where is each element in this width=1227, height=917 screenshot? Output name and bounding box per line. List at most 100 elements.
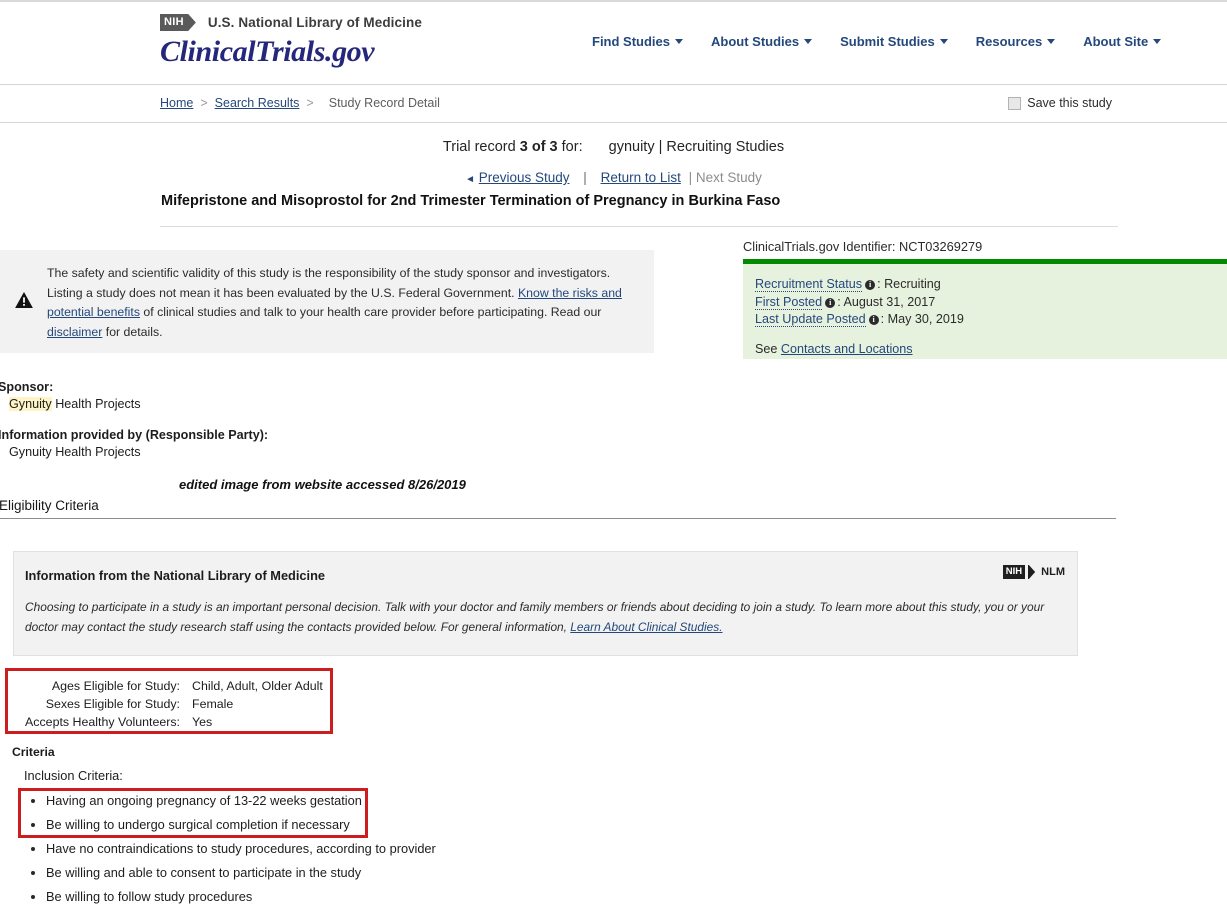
sponsor-block: Sponsor: Gynuity Health Projects Informa… bbox=[0, 380, 268, 459]
breadcrumb-home[interactable]: Home bbox=[160, 96, 193, 110]
previous-study-link[interactable]: Previous Study bbox=[479, 170, 570, 185]
page-title: Mifepristone and Misoprostol for 2nd Tri… bbox=[161, 193, 781, 209]
eligibility-table: Ages Eligible for Study: Child, Adult, O… bbox=[5, 668, 333, 734]
nih-logo-text: NIH bbox=[160, 14, 188, 31]
save-study-checkbox[interactable] bbox=[1008, 96, 1022, 110]
site-masthead: NIH U.S. National Library of Medicine Cl… bbox=[0, 2, 1227, 85]
nct-identifier-line: ClinicalTrials.gov Identifier: NCT032692… bbox=[743, 239, 982, 254]
nih-agency-line: NIH U.S. National Library of Medicine bbox=[160, 14, 422, 31]
last-update-posted-value: : May 30, 2019 bbox=[880, 312, 964, 326]
table-row: Ages Eligible for Study: Child, Adult, O… bbox=[8, 677, 323, 695]
breadcrumb-bar: Home > Search Results > Study Record Det… bbox=[0, 85, 1227, 123]
list-item: Be willing to undergo surgical completio… bbox=[24, 813, 544, 837]
first-posted-label[interactable]: First Posted bbox=[755, 294, 823, 310]
record-nav-separator: | bbox=[583, 170, 587, 185]
list-item: Having an ongoing pregnancy of 13-22 wee… bbox=[24, 789, 544, 813]
disclaimer-part-3: for details. bbox=[102, 324, 163, 339]
breadcrumb: Home > Search Results > Study Record Det… bbox=[160, 96, 440, 110]
nct-identifier-value: NCT03269279 bbox=[899, 239, 983, 254]
nav-submit-studies[interactable]: Submit Studies bbox=[840, 34, 948, 49]
image-annotation: edited image from website accessed 8/26/… bbox=[179, 477, 466, 492]
title-divider bbox=[160, 226, 1118, 227]
nih-badge-text: NIH bbox=[1002, 565, 1026, 579]
disclaimer-text: The safety and scientific validity of th… bbox=[47, 264, 625, 342]
trial-record-line: Trial record 3 of 3 for: gynuity | Recru… bbox=[0, 139, 1227, 155]
healthy-volunteers-label: Accepts Healthy Volunteers: bbox=[25, 715, 180, 729]
eligibility-table-grid: Ages Eligible for Study: Child, Adult, O… bbox=[8, 677, 323, 731]
sponsor-value: Gynuity Health Projects bbox=[9, 397, 268, 411]
criteria-heading: Criteria bbox=[12, 745, 55, 759]
eligibility-divider bbox=[0, 518, 1116, 519]
clinicaltrials-wordmark[interactable]: ClinicalTrials.gov bbox=[160, 36, 422, 68]
nav-resources[interactable]: Resources bbox=[975, 34, 1056, 49]
nav-about-site[interactable]: About Site bbox=[1083, 34, 1162, 49]
sponsor-highlight: Gynuity bbox=[9, 397, 52, 411]
ages-eligible-label: Ages Eligible for Study: bbox=[51, 679, 180, 693]
disclaimer-part-2: of clinical studies and talk to your hea… bbox=[139, 305, 602, 319]
record-prefix: Trial record bbox=[442, 139, 516, 155]
sponsor-label: Sponsor: bbox=[0, 380, 54, 394]
nav-find-studies-label: Find Studies bbox=[592, 34, 670, 49]
brand-block[interactable]: NIH U.S. National Library of Medicine Cl… bbox=[160, 14, 422, 68]
eligibility-criteria-heading: Eligibility Criteria bbox=[0, 498, 99, 513]
inclusion-criteria-heading: Inclusion Criteria: bbox=[24, 768, 123, 783]
chevron-down-icon bbox=[1047, 39, 1056, 44]
nlm-panel-title: Information from the National Library of… bbox=[25, 568, 326, 583]
previous-arrow-icon: ◄ bbox=[465, 174, 475, 185]
agency-name: U.S. National Library of Medicine bbox=[207, 15, 422, 30]
nav-about-studies-label: About Studies bbox=[711, 34, 800, 49]
learn-about-clinical-studies-link[interactable]: Learn About Clinical Studies. bbox=[570, 620, 722, 634]
recruitment-status-label[interactable]: Recruitment Status bbox=[755, 277, 863, 292]
nav-about-studies[interactable]: About Studies bbox=[711, 34, 813, 49]
record-for-label: for: bbox=[561, 139, 583, 155]
nih-badge-chevron-icon bbox=[1028, 565, 1038, 579]
nlm-badge-text: NLM bbox=[1041, 566, 1065, 578]
nlm-panel-body: Choosing to participate in a study is an… bbox=[25, 597, 1060, 637]
responsible-party-label: Information provided by (Responsible Par… bbox=[0, 428, 269, 442]
next-study-link: | Next Study bbox=[688, 170, 762, 185]
sponsor-rest: Health Projects bbox=[51, 397, 141, 411]
breadcrumb-separator-2: > bbox=[306, 96, 314, 110]
status-rows: Recruitment Status i: Recruiting First Po… bbox=[743, 264, 1227, 358]
main-navigation: Find Studies About Studies Submit Studie… bbox=[592, 34, 1162, 49]
nav-submit-studies-label: Submit Studies bbox=[840, 34, 935, 49]
record-navigation: ◄ Previous Study | Return to List | Next… bbox=[0, 170, 1227, 185]
disclaimer-link[interactable]: disclaimer bbox=[47, 325, 102, 339]
record-position: 3 of 3 bbox=[519, 139, 558, 155]
contacts-and-locations-link[interactable]: Contacts and Locations bbox=[781, 342, 913, 356]
sexes-eligible-value: Female bbox=[192, 697, 234, 711]
list-item: Have no contraindications to study proce… bbox=[24, 837, 544, 861]
status-row-recruitment: Recruitment Status i: Recruiting bbox=[755, 276, 1227, 294]
chevron-down-icon bbox=[675, 39, 683, 44]
nav-resources-label: Resources bbox=[975, 34, 1043, 49]
sexes-eligible-label: Sexes Eligible for Study: bbox=[45, 697, 180, 711]
breadcrumb-current: Study Record Detail bbox=[328, 96, 440, 110]
table-row: Sexes Eligible for Study: Female bbox=[8, 695, 323, 713]
info-icon[interactable]: i bbox=[865, 280, 876, 290]
first-posted-value: : August 31, 2017 bbox=[837, 294, 936, 309]
info-icon[interactable]: i bbox=[868, 315, 879, 325]
recruitment-status-value: : Recruiting bbox=[877, 277, 941, 291]
see-prefix: See bbox=[755, 341, 778, 356]
chevron-down-icon bbox=[1153, 39, 1162, 44]
healthy-volunteers-value: Yes bbox=[192, 715, 213, 729]
breadcrumb-search-results[interactable]: Search Results bbox=[215, 96, 300, 110]
list-item: Be willing to follow study procedures bbox=[24, 885, 544, 909]
chevron-down-icon bbox=[804, 39, 813, 44]
chevron-down-icon bbox=[939, 39, 948, 44]
nih-chevron-icon bbox=[188, 14, 201, 31]
return-to-list-link[interactable]: Return to List bbox=[601, 170, 681, 185]
safety-disclaimer-panel: The safety and scientific validity of th… bbox=[0, 250, 654, 353]
last-update-posted-label[interactable]: Last Update Posted bbox=[755, 312, 866, 327]
nih-nlm-badge-icon: NIH NLM bbox=[1002, 565, 1065, 579]
list-item: Be willing and able to consent to partic… bbox=[24, 861, 544, 885]
info-icon[interactable]: i bbox=[825, 297, 836, 308]
nlm-body-text: Choosing to participate in a study is an… bbox=[25, 600, 1045, 634]
warning-triangle-icon bbox=[15, 292, 33, 308]
nav-about-site-label: About Site bbox=[1083, 34, 1149, 49]
record-query: gynuity | Recruiting Studies bbox=[608, 139, 785, 155]
status-row-first-posted: First Posted i: August 31, 2017 bbox=[755, 294, 1227, 312]
save-this-study[interactable]: Save this study bbox=[1008, 96, 1112, 110]
table-row: Accepts Healthy Volunteers: Yes bbox=[8, 713, 323, 731]
nav-find-studies[interactable]: Find Studies bbox=[592, 34, 683, 49]
